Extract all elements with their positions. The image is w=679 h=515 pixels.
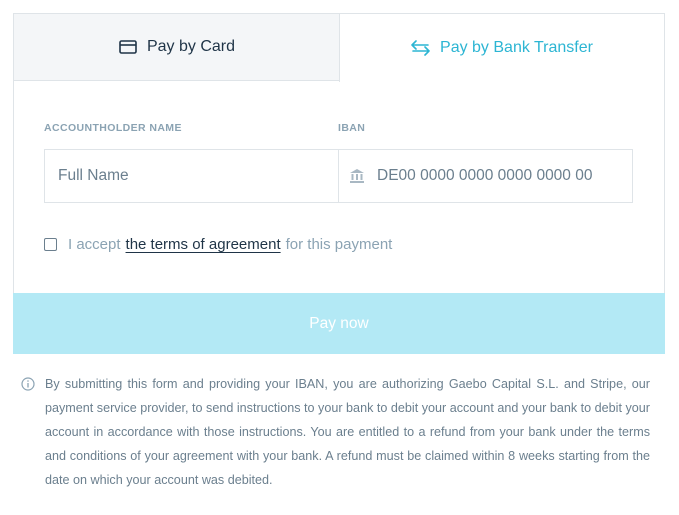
input-group: Full Name DE00 0000 0000 0000 0000 00 bbox=[44, 149, 633, 203]
accountholder-name-label: ACCOUNTHOLDER NAME bbox=[44, 122, 182, 134]
terms-of-agreement-link[interactable]: the terms of agreement bbox=[126, 236, 281, 253]
accept-prefix: I accept bbox=[68, 236, 121, 253]
iban-placeholder: DE00 0000 0000 0000 0000 00 bbox=[377, 167, 593, 184]
tab-pay-by-bank-transfer[interactable]: Pay by Bank Transfer bbox=[339, 13, 665, 82]
full-name-input[interactable]: Full Name bbox=[45, 150, 339, 202]
full-name-placeholder: Full Name bbox=[58, 167, 129, 184]
tab-pay-by-bank-transfer-label: Pay by Bank Transfer bbox=[440, 39, 593, 56]
payment-method-tabs: Pay by Card Pay by Bank Transfer bbox=[13, 13, 665, 82]
accept-suffix: for this payment bbox=[285, 236, 393, 253]
bank-icon bbox=[349, 168, 365, 184]
iban-input[interactable]: DE00 0000 0000 0000 0000 00 bbox=[339, 150, 632, 202]
terms-acceptance: I accept the terms of agreement for this… bbox=[44, 236, 392, 253]
terms-checkbox[interactable] bbox=[44, 238, 57, 251]
pay-now-label: Pay now bbox=[309, 314, 369, 332]
iban-label: IBAN bbox=[338, 122, 366, 134]
tab-pay-by-card-label: Pay by Card bbox=[146, 38, 236, 55]
sepa-mandate-disclaimer: By submitting this form and providing yo… bbox=[45, 377, 650, 487]
info-icon bbox=[21, 377, 35, 396]
credit-card-icon bbox=[119, 40, 137, 54]
transfer-arrows-icon bbox=[411, 40, 430, 56]
tab-pay-by-card[interactable]: Pay by Card bbox=[13, 13, 340, 81]
pay-now-button[interactable]: Pay now bbox=[13, 293, 665, 354]
